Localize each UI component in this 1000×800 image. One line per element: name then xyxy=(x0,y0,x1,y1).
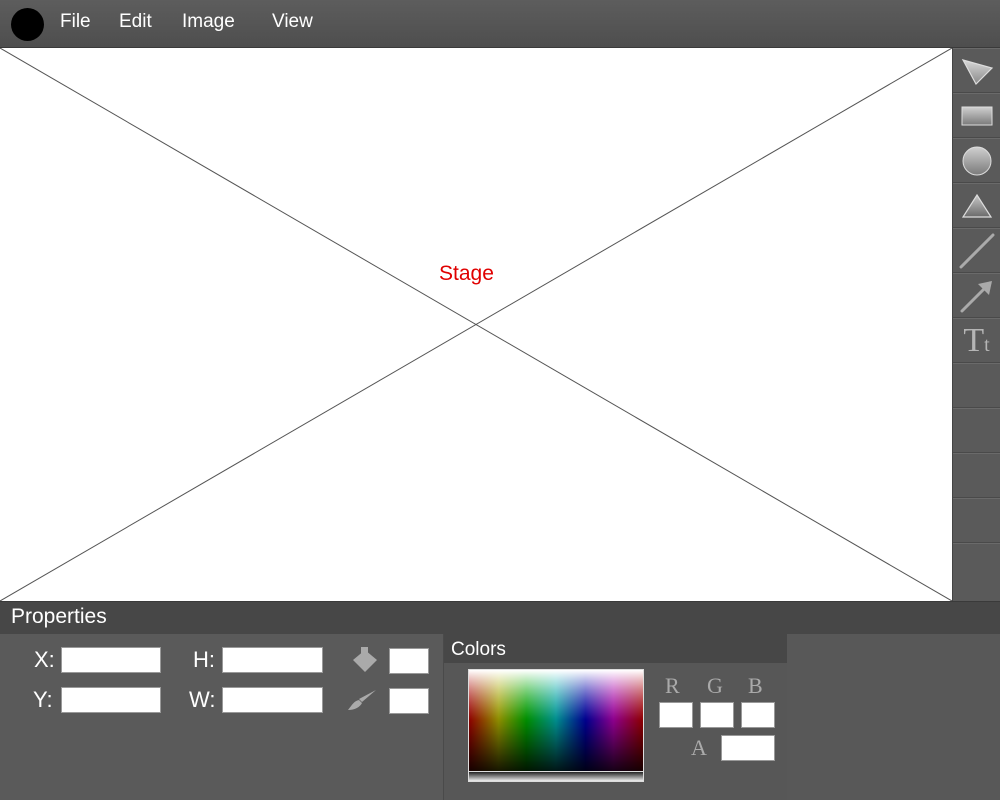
colors-header: Colors xyxy=(444,634,787,663)
menu-bar: File Edit Image View xyxy=(0,0,1000,48)
brush-icon xyxy=(348,690,376,710)
app-logo[interactable] xyxy=(11,8,44,41)
properties-header: Properties xyxy=(0,601,1000,634)
fill-color-swatch[interactable] xyxy=(389,648,429,674)
tool-triangle[interactable] xyxy=(953,183,1000,228)
a-field[interactable] xyxy=(721,735,775,761)
stroke-color-swatch[interactable] xyxy=(389,688,429,714)
tool-slot-empty xyxy=(953,543,1000,588)
paint-bucket-icon xyxy=(353,647,377,672)
select-arrow-icon xyxy=(961,58,993,85)
tool-slot-empty xyxy=(953,498,1000,543)
x-field[interactable] xyxy=(61,647,161,673)
tool-slot-empty xyxy=(953,453,1000,498)
colors-title: Colors xyxy=(451,639,506,660)
colors-panel: Colors R G B A xyxy=(443,634,787,800)
y-field[interactable] xyxy=(61,687,161,713)
tool-slot-empty xyxy=(953,363,1000,408)
tool-text[interactable]: Tt xyxy=(953,318,1000,363)
circle-icon xyxy=(962,146,991,175)
triangle-icon xyxy=(961,193,992,218)
text-icon: Tt xyxy=(963,321,990,359)
tool-select[interactable] xyxy=(953,48,1000,93)
toolbox: Tt xyxy=(952,48,1000,601)
menu-image[interactable]: Image xyxy=(182,11,235,33)
tool-circle[interactable] xyxy=(953,138,1000,183)
g-label: G xyxy=(707,673,723,698)
g-field[interactable] xyxy=(700,702,734,728)
height-field[interactable] xyxy=(222,647,323,673)
b-field[interactable] xyxy=(741,702,775,728)
stage-canvas[interactable]: Stage xyxy=(0,48,952,601)
a-label: A xyxy=(691,735,707,760)
stage-label: Stage xyxy=(439,262,494,285)
tool-rectangle[interactable] xyxy=(953,93,1000,138)
w-label: W: xyxy=(189,687,216,712)
tool-line[interactable] xyxy=(953,228,1000,273)
menu-file[interactable]: File xyxy=(60,11,91,33)
r-field[interactable] xyxy=(659,702,693,728)
arrow-icon xyxy=(960,280,992,312)
width-field[interactable] xyxy=(222,687,323,713)
stage-placeholder-cross xyxy=(0,48,952,601)
properties-title: Properties xyxy=(11,605,107,628)
menu-view[interactable]: View xyxy=(272,11,313,33)
bottom-right-empty-area xyxy=(787,634,1000,800)
color-spectrum-picker[interactable] xyxy=(468,669,644,782)
y-label: Y: xyxy=(33,687,53,712)
r-label: R xyxy=(665,673,680,698)
color-brightness-bar[interactable] xyxy=(468,771,644,782)
x-label: X: xyxy=(34,647,55,672)
menu-edit[interactable]: Edit xyxy=(119,11,152,33)
rectangle-icon xyxy=(961,106,992,125)
line-icon xyxy=(959,233,994,268)
tool-slot-empty xyxy=(953,408,1000,453)
b-label: B xyxy=(748,673,763,698)
h-label: H: xyxy=(193,647,215,672)
tool-arrow[interactable] xyxy=(953,273,1000,318)
